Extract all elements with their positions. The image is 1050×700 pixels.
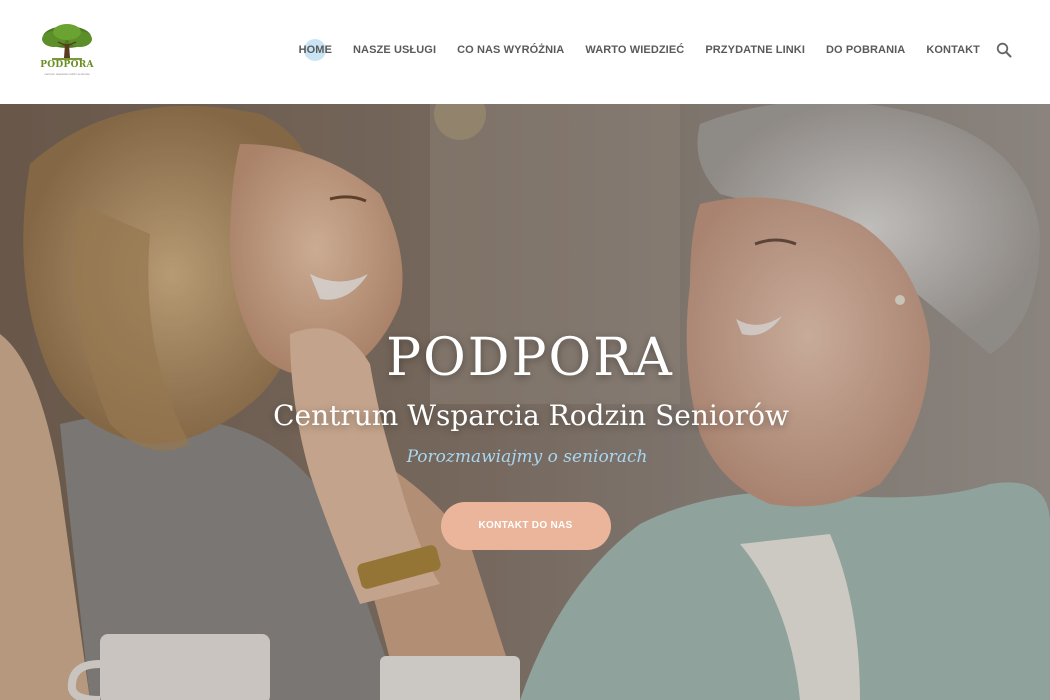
search-button[interactable] bbox=[996, 42, 1012, 58]
site-header: PODPORA centrum wsparcia rodzin seniorów… bbox=[0, 0, 1050, 104]
nav-item-label: CO NAS WYRÓŻNIA bbox=[457, 44, 565, 56]
nav-item-kontakt[interactable]: KONTAKT bbox=[926, 44, 980, 56]
contact-us-button[interactable]: KONTAKT DO NAS bbox=[440, 502, 611, 550]
nav-item-warto-wiedziec[interactable]: WARTO WIEDZIEĆ bbox=[585, 44, 684, 56]
search-icon bbox=[996, 42, 1012, 58]
nav-item-label: PRZYDATNE LINKI bbox=[705, 44, 806, 56]
tree-logo-icon bbox=[42, 24, 92, 60]
nav-item-do-pobrania[interactable]: DO POBRANIA bbox=[826, 44, 905, 56]
logo-tagline: centrum wsparcia rodzin seniorów bbox=[44, 72, 90, 76]
nav-item-co-nas-wyroznia[interactable]: CO NAS WYRÓŻNIA bbox=[457, 44, 564, 56]
nav-item-label: DO POBRANIA bbox=[826, 44, 906, 56]
nav-item-label: NASZE USŁUGI bbox=[353, 44, 437, 56]
nav-item-przydatne-linki[interactable]: PRZYDATNE LINKI bbox=[705, 44, 805, 56]
nav-item-label: WARTO WIEDZIEĆ bbox=[585, 44, 685, 56]
logo[interactable]: PODPORA centrum wsparcia rodzin seniorów bbox=[38, 24, 96, 80]
hero-content: PODPORA Centrum Wsparcia Rodzin Seniorów… bbox=[0, 326, 1050, 550]
nav-item-label: KONTAKT bbox=[926, 44, 980, 56]
nav-item-label: HOME bbox=[298, 44, 333, 56]
hero-title: PODPORA bbox=[386, 328, 674, 388]
hero-subtitle: Centrum Wsparcia Rodzin Seniorów bbox=[273, 399, 789, 432]
nav-item-home[interactable]: HOME bbox=[298, 39, 333, 61]
nav-item-nasze-uslugi[interactable]: NASZE USŁUGI bbox=[353, 44, 436, 56]
logo-name: PODPORA bbox=[40, 60, 94, 70]
main-navigation: HOME NASZE USŁUGI CO NAS WYRÓŻNIA WARTO … bbox=[298, 39, 1012, 61]
hero-section: PODPORA Centrum Wsparcia Rodzin Seniorów… bbox=[0, 104, 1050, 700]
hero-tagline: Porozmawiajmy o seniorach bbox=[406, 447, 648, 467]
